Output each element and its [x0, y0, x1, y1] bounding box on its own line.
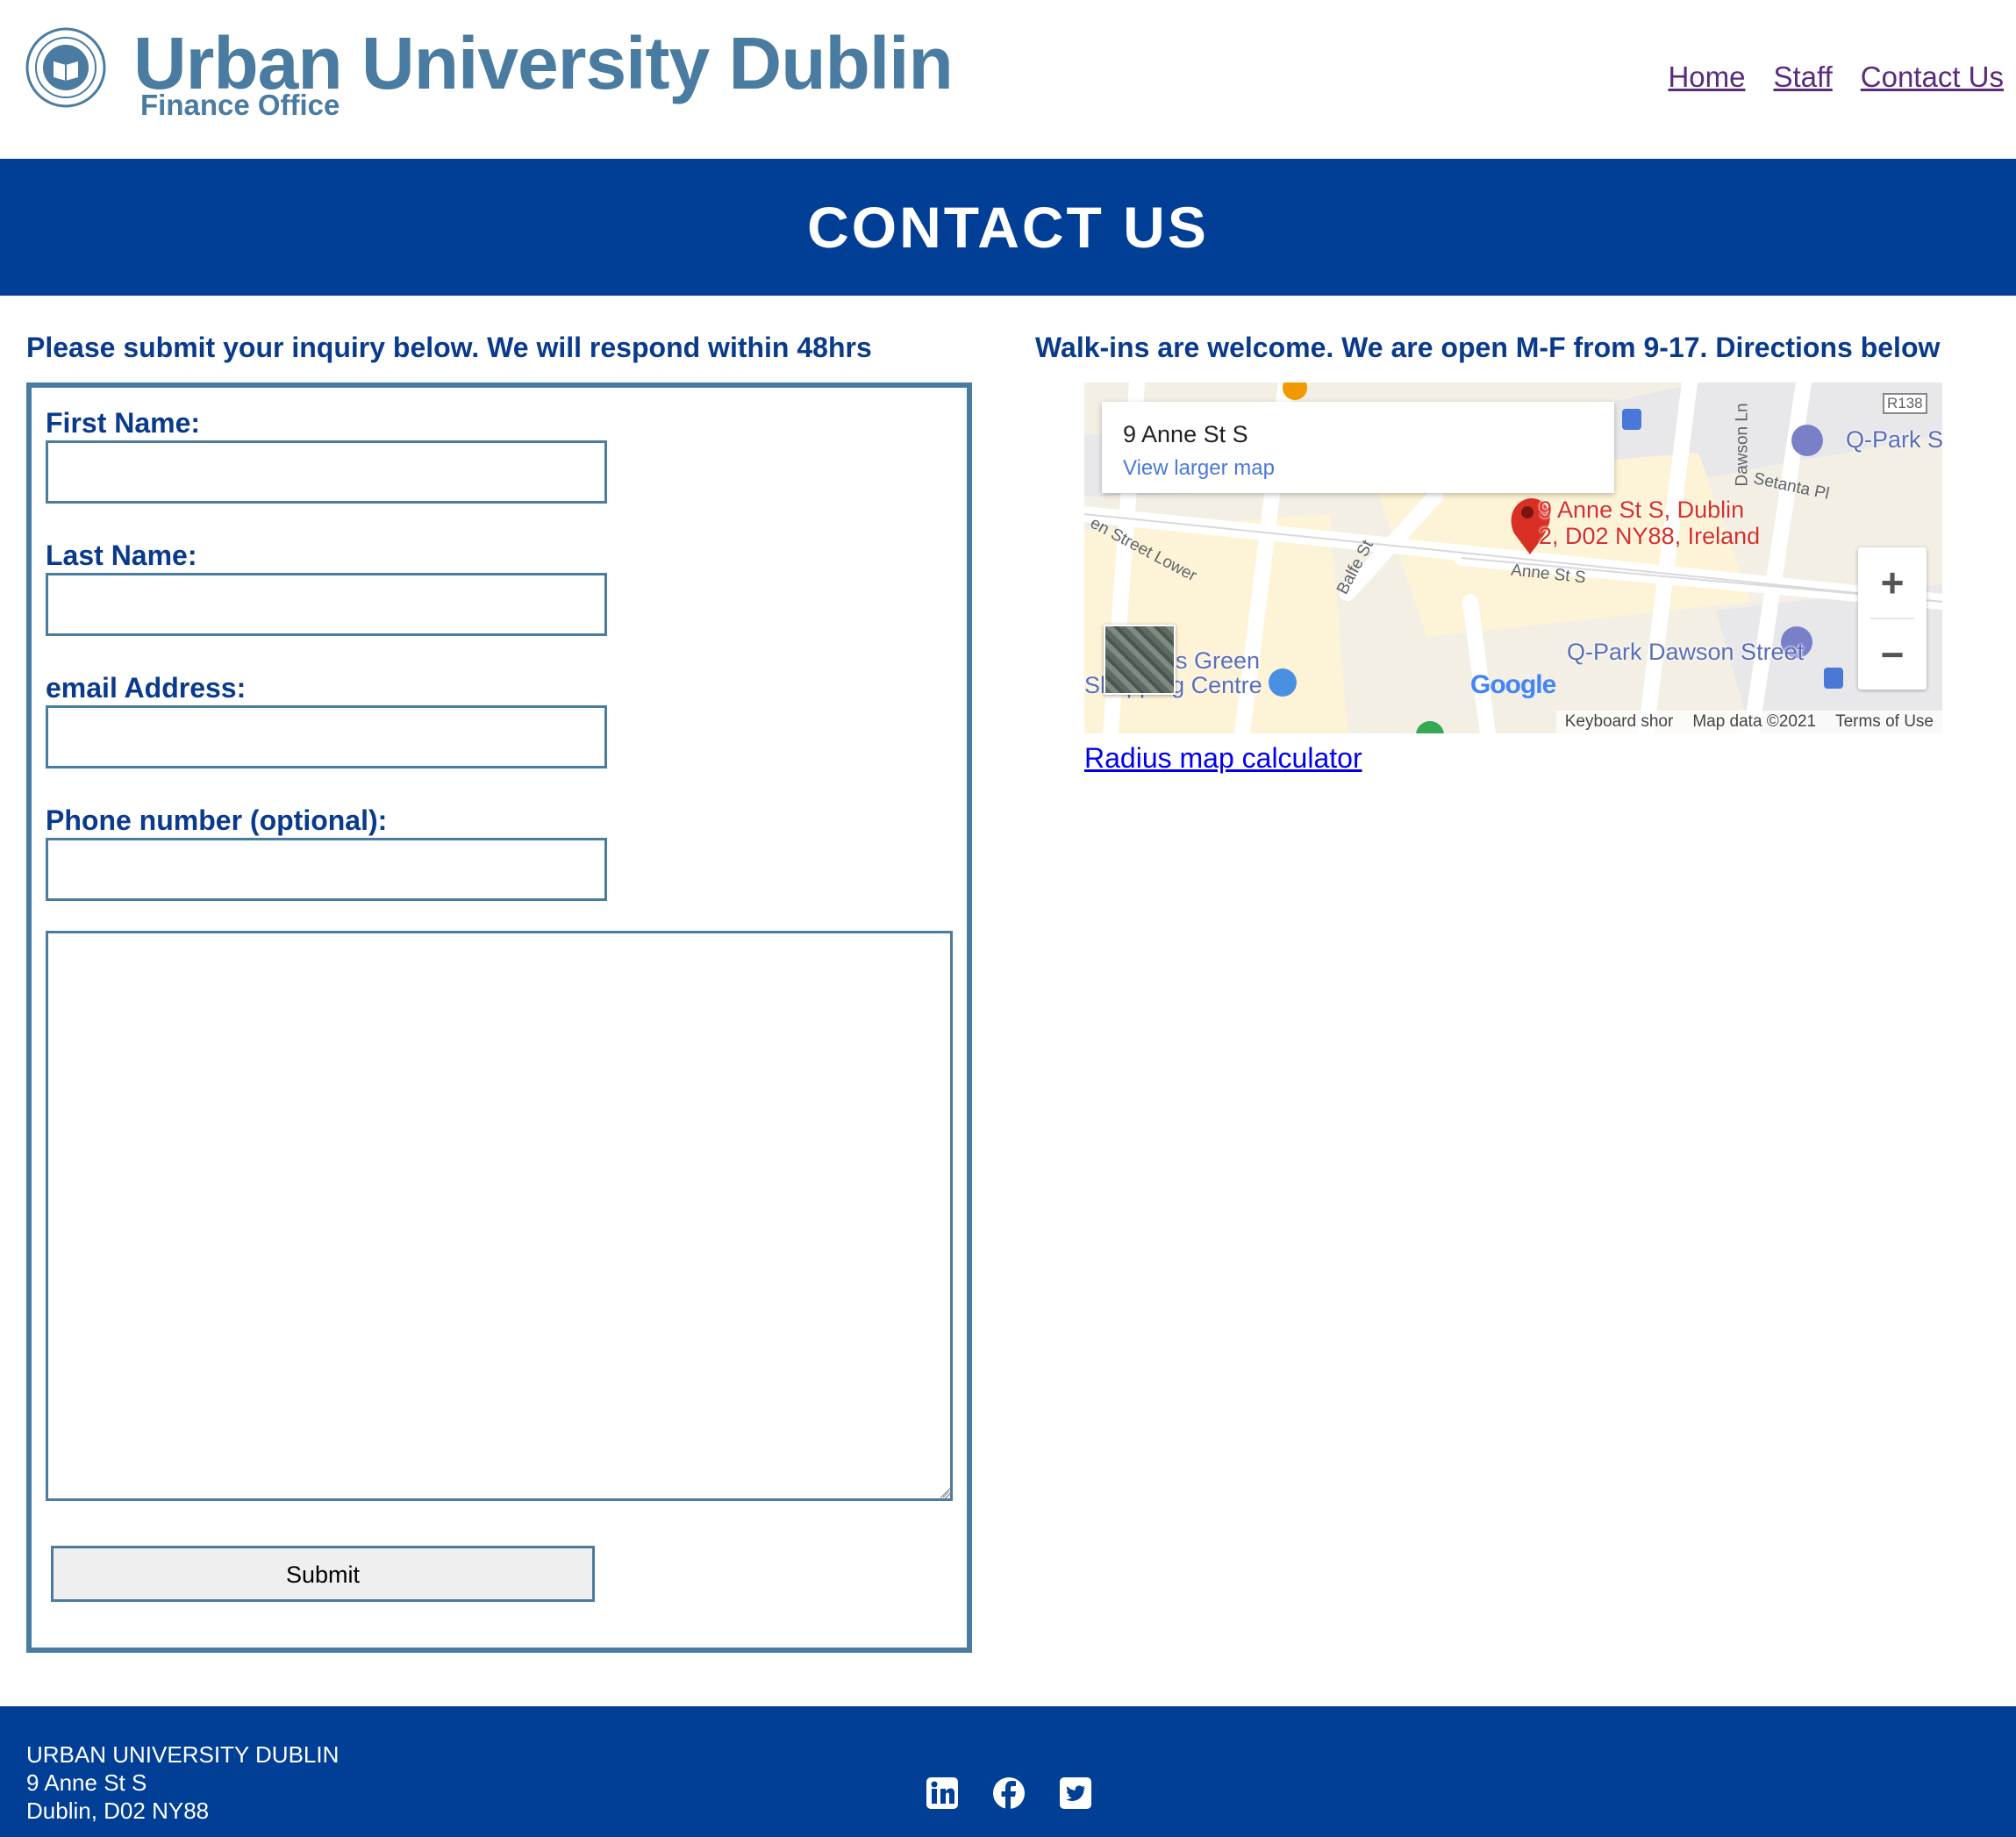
email-label: email Address:: [46, 672, 247, 704]
map-pin-label: 9 Anne St S, Dublin 2, D02 NY88, Ireland: [1539, 497, 1761, 549]
zoom-out-button[interactable]: −: [1858, 619, 1927, 690]
message-textarea[interactable]: [46, 931, 953, 1501]
radius-map-calculator-link[interactable]: Radius map calculator: [1084, 739, 1362, 777]
email-input[interactable]: [46, 705, 607, 768]
form-intro-text: Please submit your inquiry below. We wil…: [26, 332, 872, 363]
page-banner: CONTACT US: [0, 159, 2016, 296]
nav-link-staff[interactable]: Staff: [1773, 58, 1832, 96]
facebook-icon[interactable]: [991, 1776, 1026, 1811]
site-header: Urban University Dublin Finance Office H…: [0, 0, 2016, 159]
directions-intro-text: Walk-ins are welcome. We are open M-F fr…: [1035, 332, 1941, 363]
site-subtitle: Finance Office: [140, 89, 340, 121]
site-footer: [0, 1706, 2016, 1837]
poi-qpark-s[interactable]: Q-Park S: [1846, 426, 1942, 454]
nav-link-contact-us[interactable]: Contact Us: [1861, 58, 2004, 96]
road-sign-r138: R138: [1883, 393, 1927, 414]
terms-of-use-link[interactable]: Terms of Use: [1835, 712, 1934, 732]
footer-address-line2: Dublin, D02 NY88: [26, 1798, 210, 1824]
street-label-dawson-ln: Dawson Ln: [1733, 403, 1752, 487]
keyboard-shortcuts-link[interactable]: Keyboard shor: [1565, 712, 1674, 732]
embedded-map[interactable]: R138 Dawson Ln Setanta Pl en Street Lowe…: [1084, 382, 1942, 733]
satellite-toggle-button[interactable]: [1104, 625, 1176, 695]
map-card-address: 9 Anne St S: [1123, 421, 1248, 447]
page-title: CONTACT US: [807, 195, 1209, 260]
map-info-card: 9 Anne St S View larger map: [1102, 402, 1614, 493]
linkedin-icon[interactable]: [925, 1776, 960, 1811]
phone-label: Phone number (optional):: [46, 804, 388, 836]
last-name-input[interactable]: [46, 573, 607, 636]
phone-input[interactable]: [46, 838, 607, 901]
footer-org-name: URBAN UNIVERSITY DUBLIN: [26, 1741, 340, 1768]
textarea-resize-handle[interactable]: [940, 1488, 951, 1498]
poi-qpark-dawson[interactable]: Q-Park Dawson Street: [1567, 639, 1804, 666]
google-logo: Google: [1470, 670, 1556, 699]
main-nav: Home Staff Contact Us: [1668, 58, 2004, 96]
poi-green[interactable]: s Green: [1176, 647, 1260, 675]
map-data-credit: Map data ©2021: [1692, 712, 1817, 731]
view-larger-map-link[interactable]: View larger map: [1123, 456, 1275, 481]
zoom-in-button[interactable]: +: [1858, 547, 1927, 618]
submit-button[interactable]: Submit: [51, 1546, 595, 1602]
first-name-input[interactable]: [46, 440, 607, 504]
last-name-label: Last Name:: [46, 540, 197, 571]
footer-address-line1: 9 Anne St S: [26, 1769, 147, 1796]
first-name-label: First Name:: [46, 407, 201, 439]
university-seal-logo: [25, 27, 106, 108]
twitter-icon[interactable]: [1058, 1776, 1093, 1811]
map-zoom-control: + −: [1858, 547, 1927, 690]
map-attribution-bar: Keyboard shor Map data ©2021 Terms of Us…: [1555, 711, 1942, 733]
nav-link-home[interactable]: Home: [1668, 58, 1745, 96]
